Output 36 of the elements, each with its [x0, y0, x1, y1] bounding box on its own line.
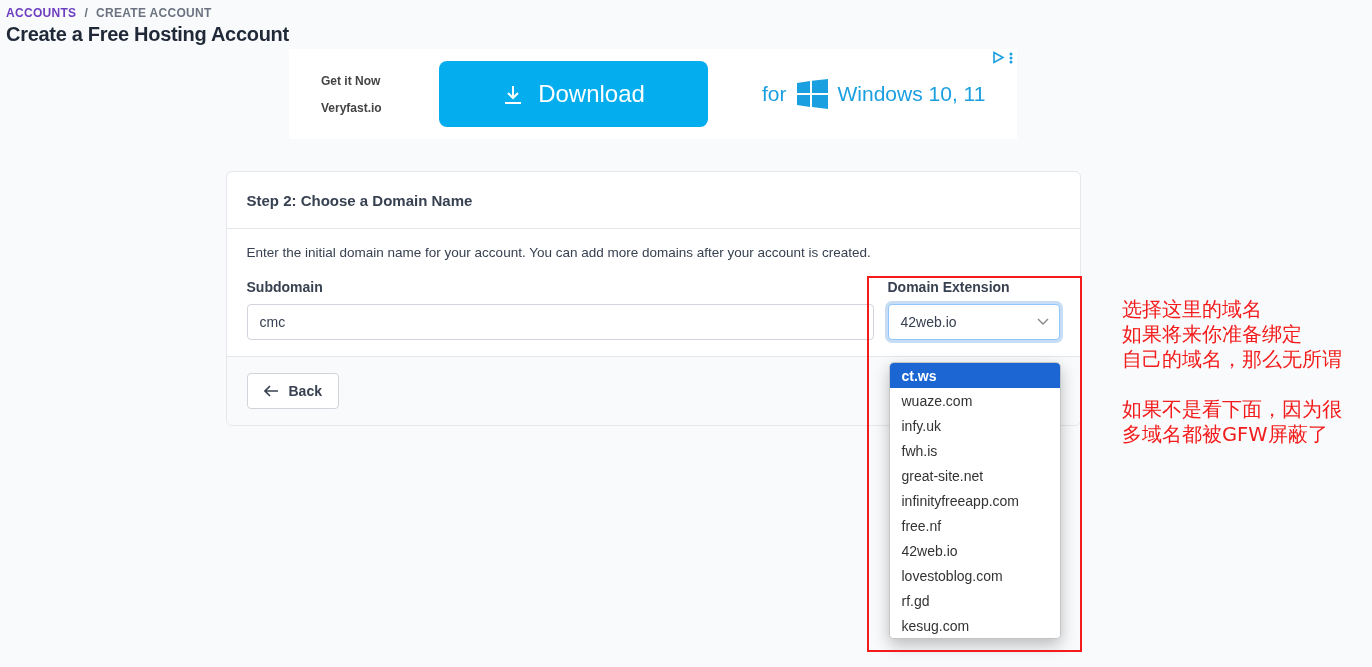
description-text: Enter the initial domain name for your account. You can add more domains after your account is created. [246, 245, 872, 260]
play-icon [992, 51, 1005, 64]
breadcrumb-link[interactable]: ACCOUNTS [6, 6, 77, 20]
dropdown-option[interactable]: infy.uk [889, 413, 1060, 438]
extension-select[interactable]: 42web.io [887, 304, 1060, 340]
chevron-down-icon [1036, 318, 1049, 326]
dropdown-option[interactable]: lovestoblog.com [889, 563, 1060, 588]
field-label: Subdomain [246, 279, 323, 295]
annotation-text: 选择这里的域名 [1122, 297, 1263, 322]
breadcrumb-separator: / [84, 6, 89, 20]
windows-logo-icon [796, 79, 828, 109]
dropdown-option[interactable]: ct.ws [889, 363, 1060, 388]
dropdown-option[interactable]: free.nf [889, 513, 1060, 538]
breadcrumb-current: CREATE ACCOUNT [96, 6, 212, 20]
ad-text: for [762, 82, 787, 106]
more-icon [1009, 51, 1013, 64]
subdomain-input[interactable]: cmc [246, 304, 874, 340]
dropdown-option[interactable]: infinityfreeapp.com [889, 488, 1060, 513]
dropdown-option[interactable]: great-site.net [889, 463, 1060, 488]
back-button[interactable]: Back [246, 373, 339, 409]
page-title: Create a Free Hosting Account [6, 23, 290, 46]
field-label: Domain Extension [887, 279, 1010, 295]
dropdown-option[interactable]: kesug.com [889, 613, 1060, 638]
dropdown-option[interactable]: rf.gd [889, 588, 1060, 613]
ad-text: Windows 10, 11 [837, 82, 986, 106]
annotation-text: 多域名都被GFW屏蔽了 [1122, 422, 1329, 447]
arrow-left-icon [263, 385, 279, 397]
ad-text: Get it Now [321, 73, 382, 88]
dropdown-option[interactable]: wuaze.com [889, 388, 1060, 413]
ad-text: Veryfast.io [321, 100, 383, 115]
annotation-text: 自己的域名，那么无所谓 [1122, 347, 1342, 372]
annotation-text: 如果将来你准备绑定 [1122, 322, 1303, 347]
dropdown-option[interactable]: 42web.io [889, 538, 1060, 563]
card-title: Step 2: Choose a Domain Name [246, 191, 473, 209]
dropdown-option[interactable]: fwh.is [889, 438, 1060, 463]
annotation-text: 如果不是看下面，因为很 [1122, 397, 1342, 422]
